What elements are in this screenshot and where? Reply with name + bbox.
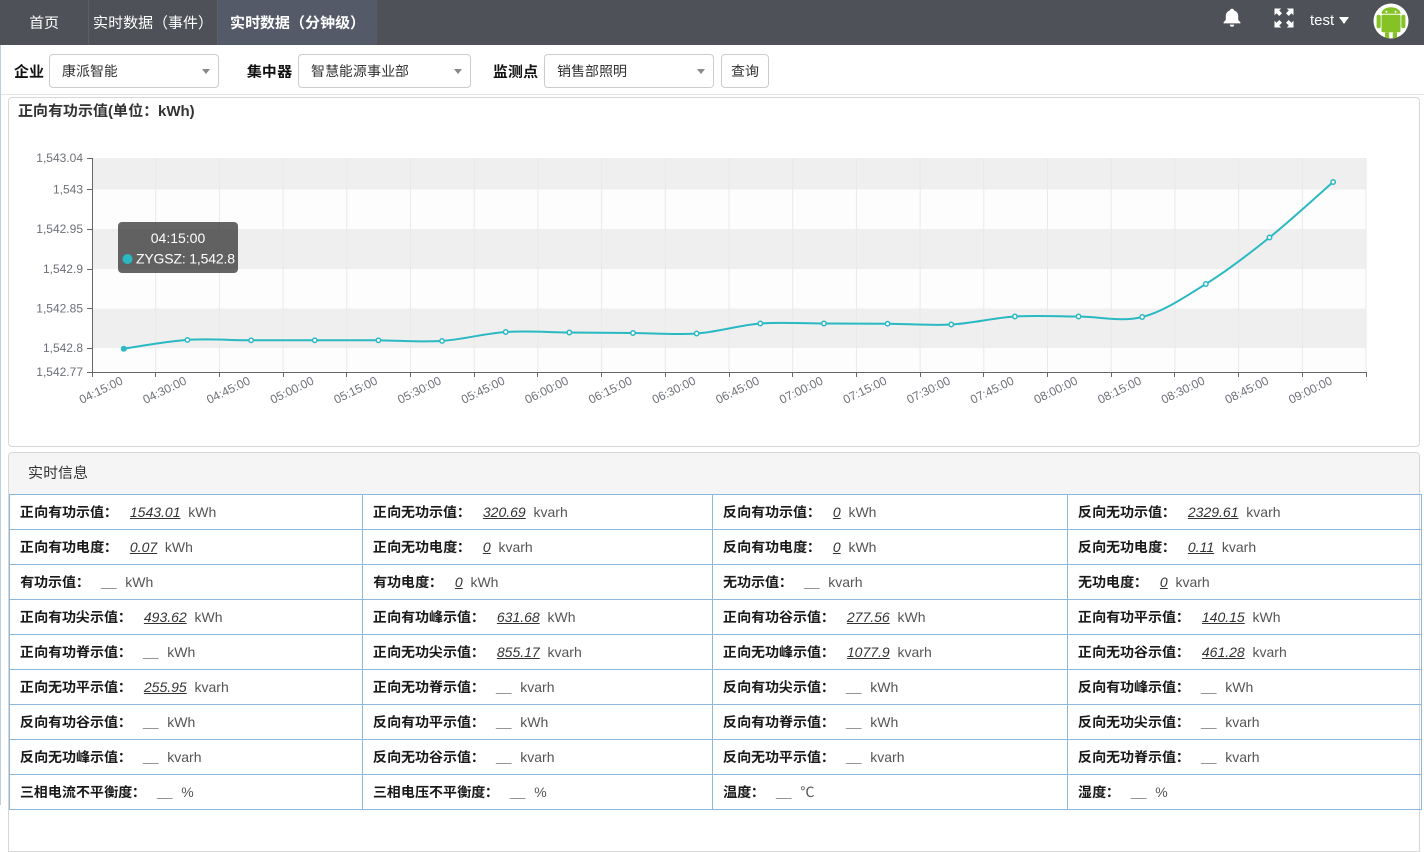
svg-text:08:00:00: 08:00:00 <box>1032 373 1080 406</box>
svg-text:1,542.8: 1,542.8 <box>43 341 83 355</box>
svg-text:1,543.04: 1,543.04 <box>36 151 83 165</box>
svg-text:08:30:00: 08:30:00 <box>1159 373 1207 406</box>
svg-text:08:45:00: 08:45:00 <box>1223 373 1271 406</box>
svg-text:05:00:00: 05:00:00 <box>268 373 316 406</box>
svg-text:06:45:00: 06:45:00 <box>713 373 761 406</box>
svg-text:05:45:00: 05:45:00 <box>459 373 507 406</box>
svg-text:08:15:00: 08:15:00 <box>1095 373 1143 406</box>
svg-text:04:30:00: 04:30:00 <box>141 373 189 406</box>
svg-text:ZYGSZ: 1,542.8: ZYGSZ: 1,542.8 <box>136 251 235 267</box>
svg-text:1,542.85: 1,542.85 <box>36 302 83 316</box>
svg-text:06:15:00: 06:15:00 <box>586 373 634 406</box>
svg-text:07:45:00: 07:45:00 <box>968 373 1016 406</box>
svg-text:1,542.77: 1,542.77 <box>36 365 83 379</box>
svg-text:04:45:00: 04:45:00 <box>204 373 252 406</box>
svg-text:07:15:00: 07:15:00 <box>841 373 889 406</box>
svg-text:07:30:00: 07:30:00 <box>904 373 952 406</box>
svg-text:1,542.9: 1,542.9 <box>43 262 83 276</box>
svg-text:05:30:00: 05:30:00 <box>395 373 443 406</box>
svg-text:06:30:00: 06:30:00 <box>650 373 698 406</box>
svg-text:1,543: 1,543 <box>53 183 83 197</box>
svg-text:06:00:00: 06:00:00 <box>523 373 571 406</box>
svg-text:04:15:00: 04:15:00 <box>151 230 206 246</box>
svg-text:04:15:00: 04:15:00 <box>77 373 125 406</box>
svg-text:09:00:00: 09:00:00 <box>1286 373 1334 406</box>
svg-text:05:15:00: 05:15:00 <box>332 373 380 406</box>
svg-text:1,542.95: 1,542.95 <box>36 222 83 236</box>
svg-text:07:00:00: 07:00:00 <box>777 373 825 406</box>
